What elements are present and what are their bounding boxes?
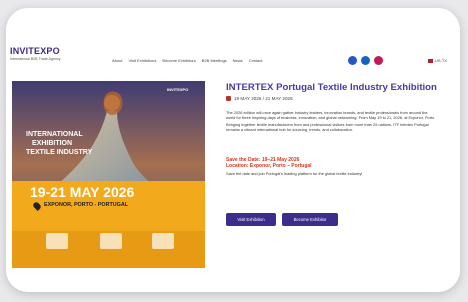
event-date: 19 MAY 2026 / 21 MAY 2026 [234, 96, 293, 101]
visit-exhibition-button[interactable]: Visit Exhibition [226, 213, 276, 226]
event-description: The 2026 edition will once again gather … [226, 110, 436, 133]
flag-icon [428, 59, 433, 63]
main-menu: About Visit Exhibitions Become Exhibitor… [112, 58, 262, 63]
poster-line3: TEXTILE INDUSTRY [26, 149, 93, 156]
nav-item-contact[interactable]: Contact [249, 58, 263, 63]
logo-text[interactable]: INVITEXPO [10, 46, 60, 56]
event-paragraph-1: The 2026 edition will once again gather … [226, 110, 435, 121]
language-selector[interactable]: US-TX [428, 58, 447, 63]
event-location: Location: Exponor, Porto – Portugal [226, 163, 312, 169]
nav-item-become[interactable]: Become Exhibitors [162, 58, 195, 63]
calendar-icon [226, 96, 231, 101]
become-exhibitor-button[interactable]: Become Exhibitor [282, 213, 338, 226]
poster-badge: INVITEXPO [167, 87, 189, 92]
instagram-icon[interactable] [374, 56, 383, 65]
nav-item-news[interactable]: News [233, 58, 243, 63]
nav-item-b2b[interactable]: B2B Meetings [202, 58, 227, 63]
language-label: US-TX [435, 58, 447, 63]
linkedin-icon[interactable] [361, 56, 370, 65]
poster-line2: EXHIBITION [32, 140, 73, 147]
poster-dates: 19-21 MAY 2026 [30, 184, 135, 200]
poster-line1: INTERNATIONAL [26, 131, 83, 138]
poster-venue: EXPONOR, PORTO - PORTUGAL [44, 202, 129, 208]
nav-item-visit[interactable]: Visit Exhibitions [128, 58, 156, 63]
event-title: INTERTEX Portugal Textile Industry Exhib… [226, 82, 437, 93]
event-paragraph-2: Bringing together textile manufacturers … [226, 121, 429, 133]
facebook-icon[interactable] [348, 56, 357, 65]
event-note: Save the date and join Portugal's leadin… [226, 171, 363, 176]
shipping-icon [100, 233, 122, 249]
nav-item-about[interactable]: About [112, 58, 122, 63]
hero-poster: INVITEXPO INTERNATIONAL EXHIBITION TEXTI… [12, 81, 205, 268]
building-icon [152, 233, 174, 249]
audience-icon [46, 233, 68, 249]
logo-tagline: International B2B Trade Agency [10, 57, 61, 61]
